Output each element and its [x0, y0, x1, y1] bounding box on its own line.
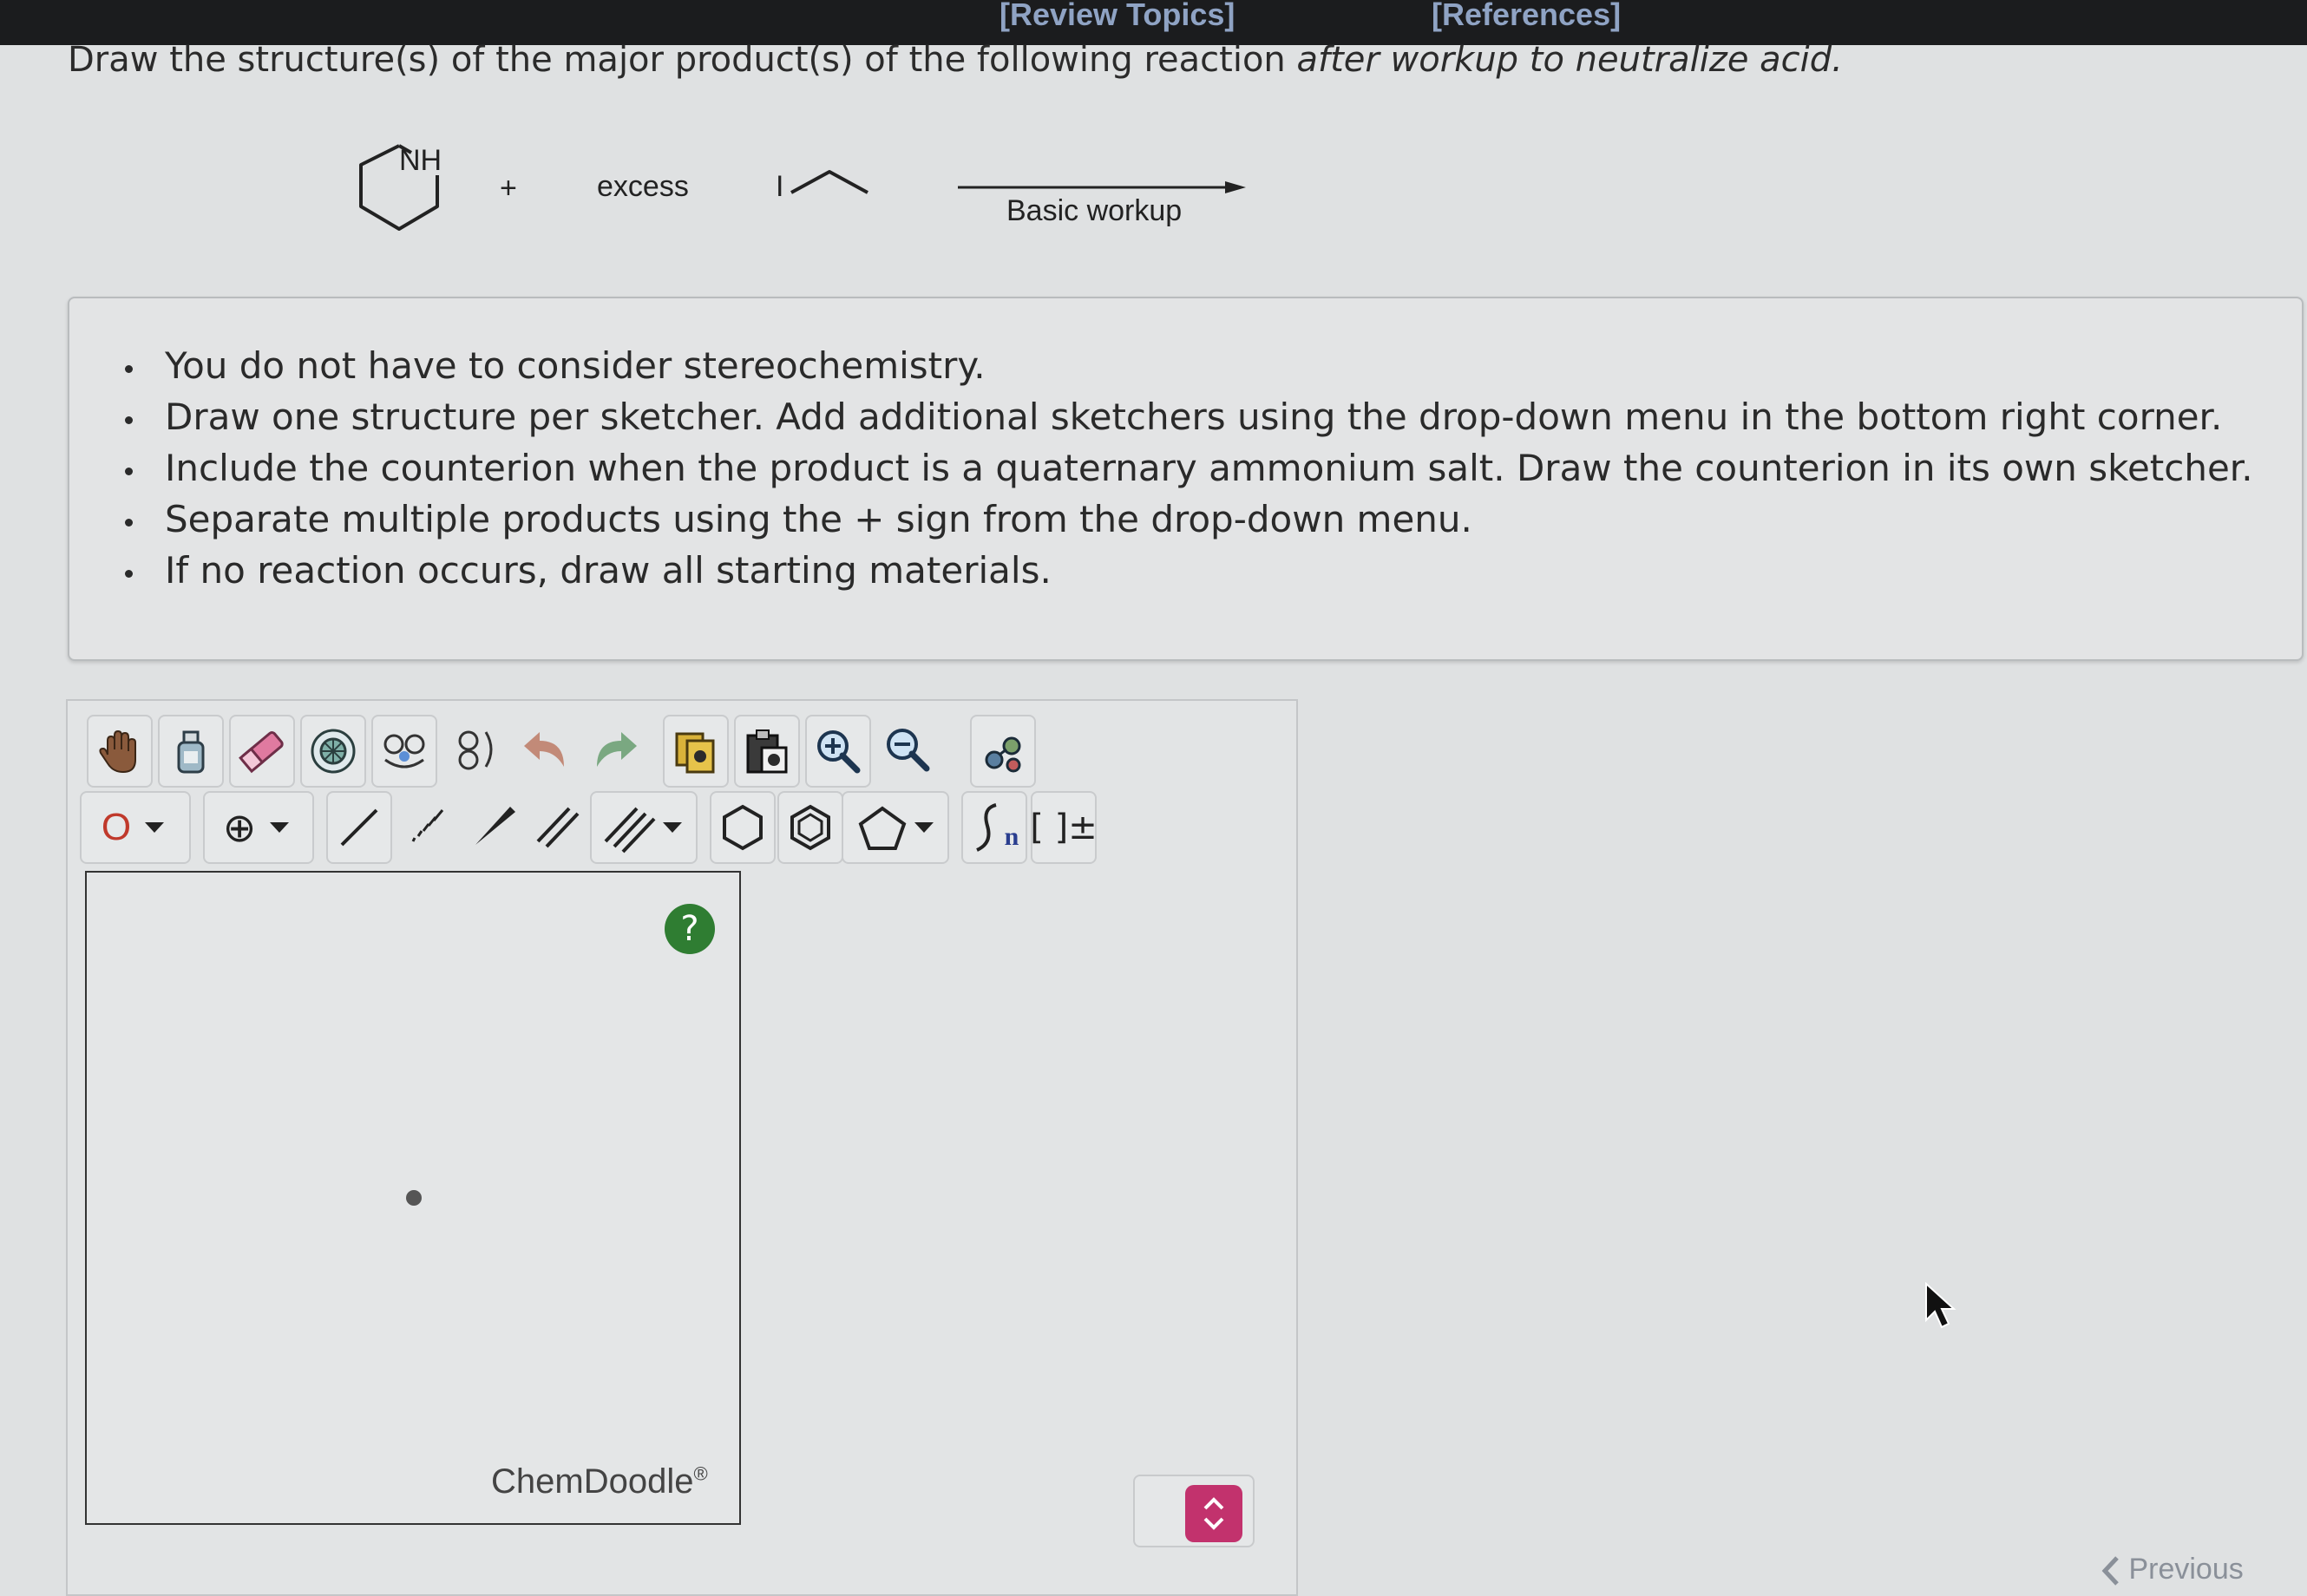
- cleanup-icon[interactable]: [970, 715, 1036, 788]
- canvas-atom-dot: [406, 1190, 422, 1206]
- eraser-icon[interactable]: [229, 715, 295, 788]
- charge-label: ⊕: [222, 804, 257, 851]
- instruction-item: Separate multiple products using the + s…: [125, 494, 2253, 545]
- atom-label: O: [101, 806, 132, 848]
- template-icon[interactable]: [371, 715, 437, 788]
- instructions-box: You do not have to consider stereochemis…: [68, 297, 2304, 661]
- previous-label: Previous: [2128, 1553, 2244, 1586]
- undo-icon[interactable]: [514, 715, 576, 784]
- help-button[interactable]: ?: [665, 904, 715, 954]
- bracket-charge-icon[interactable]: [ ]±: [1030, 791, 1098, 864]
- benzene-icon[interactable]: [777, 791, 843, 864]
- instruction-item: If no reaction occurs, draw all starting…: [125, 545, 2253, 596]
- triple-bond-icon: [604, 807, 656, 854]
- triple-bond-selector[interactable]: [590, 791, 698, 864]
- up-down-chevron-icon: [1203, 1497, 1224, 1530]
- zoom-out-icon[interactable]: [876, 715, 939, 784]
- redo-icon[interactable]: [585, 715, 647, 784]
- instruction-item: Include the counterion when the product …: [125, 442, 2253, 494]
- ethyl-iodide-chain: [790, 170, 868, 194]
- excess-label: excess: [597, 170, 689, 203]
- chevron-down-icon: [270, 822, 290, 833]
- rotate-template-icon[interactable]: [442, 715, 505, 784]
- question-prompt: Draw the structure(s) of the major produ…: [68, 40, 1843, 80]
- atom-selector[interactable]: O: [80, 791, 191, 864]
- drawing-canvas[interactable]: ? ChemDoodle®: [85, 871, 741, 1525]
- stepper-button[interactable]: [1185, 1485, 1242, 1542]
- zoom-in-icon[interactable]: [805, 715, 871, 788]
- double-bond-icon[interactable]: [526, 791, 588, 860]
- chevron-down-icon: [145, 822, 165, 833]
- arrow-condition: Basic workup: [1006, 194, 1183, 227]
- instructions-list: You do not have to consider stereochemis…: [125, 340, 2253, 596]
- chevron-left-icon: [2101, 1556, 2119, 1586]
- wedge-bond-icon[interactable]: [462, 791, 524, 860]
- question-text: Draw the structure(s) of the major produ…: [68, 40, 1297, 80]
- chevron-down-icon: [663, 822, 682, 833]
- cyclopentane-icon: [858, 806, 907, 850]
- sketcher-panel: O ⊕ n [ ]± ? ChemDoodle®: [66, 699, 1298, 1596]
- polymer-icon[interactable]: n: [961, 791, 1027, 864]
- hashed-bond-icon[interactable]: [397, 791, 460, 860]
- instruction-item: You do not have to consider stereochemis…: [125, 340, 2253, 391]
- clear-bottle-icon[interactable]: [158, 715, 224, 788]
- cyclohexane-icon[interactable]: [710, 791, 776, 864]
- chemdoodle-logo: ChemDoodle®: [491, 1462, 708, 1501]
- chemdoodle-registered-mark: ®: [693, 1462, 708, 1485]
- chemdoodle-brand: ChemDoodle: [491, 1462, 694, 1501]
- charge-selector[interactable]: ⊕: [203, 791, 314, 864]
- sketcher-count-stepper[interactable]: [1133, 1475, 1255, 1547]
- chevron-down-icon: [914, 822, 934, 833]
- question-italic-text: after workup to neutralize acid.: [1296, 40, 1843, 80]
- mouse-cursor-icon: [1924, 1281, 1959, 1334]
- references-link[interactable]: [References]: [1432, 0, 1621, 33]
- paste-icon[interactable]: [734, 715, 800, 788]
- bracket-label: [ ]±: [1030, 808, 1098, 847]
- copy-icon[interactable]: [663, 715, 729, 788]
- previous-button[interactable]: Previous: [2100, 1553, 2244, 1586]
- instruction-item: Draw one structure per sketcher. Add add…: [125, 391, 2253, 442]
- plus-sign: +: [500, 172, 517, 205]
- single-bond-icon[interactable]: [326, 791, 392, 864]
- polymer-label: n: [1004, 822, 1019, 851]
- review-topics-link[interactable]: [Review Topics]: [999, 0, 1235, 33]
- hand-icon[interactable]: [87, 715, 153, 788]
- cyclopentane-selector[interactable]: [842, 791, 949, 864]
- reaction-scheme: NH + excess I Basic workup: [312, 130, 1267, 243]
- nh-label: NH: [399, 144, 442, 177]
- center-ring-icon[interactable]: [300, 715, 366, 788]
